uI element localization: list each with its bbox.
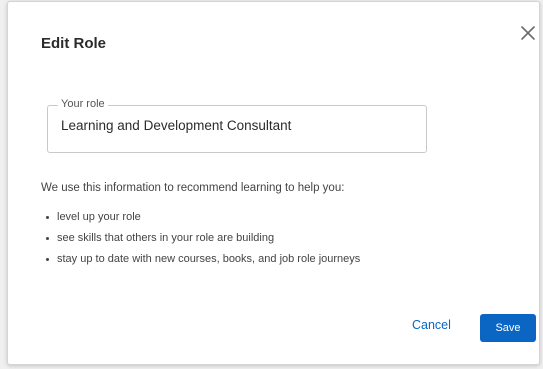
save-button[interactable]: Save [480, 314, 536, 342]
role-field-label: Your role [58, 98, 108, 110]
benefit-list: level up your role see skills that other… [46, 207, 360, 270]
role-input[interactable] [61, 118, 411, 133]
list-item: stay up to date with new courses, books,… [46, 249, 360, 270]
edit-role-dialog: Edit Role Your role We use this informat… [7, 1, 540, 365]
close-button[interactable] [517, 22, 539, 44]
list-item: see skills that others in your role are … [46, 228, 360, 249]
list-item: level up your role [46, 207, 360, 228]
close-icon [521, 26, 535, 40]
info-intro: We use this information to recommend lea… [41, 182, 345, 194]
dialog-title: Edit Role [41, 35, 107, 52]
role-field[interactable]: Your role [47, 98, 427, 153]
cancel-button[interactable]: Cancel [412, 318, 451, 332]
